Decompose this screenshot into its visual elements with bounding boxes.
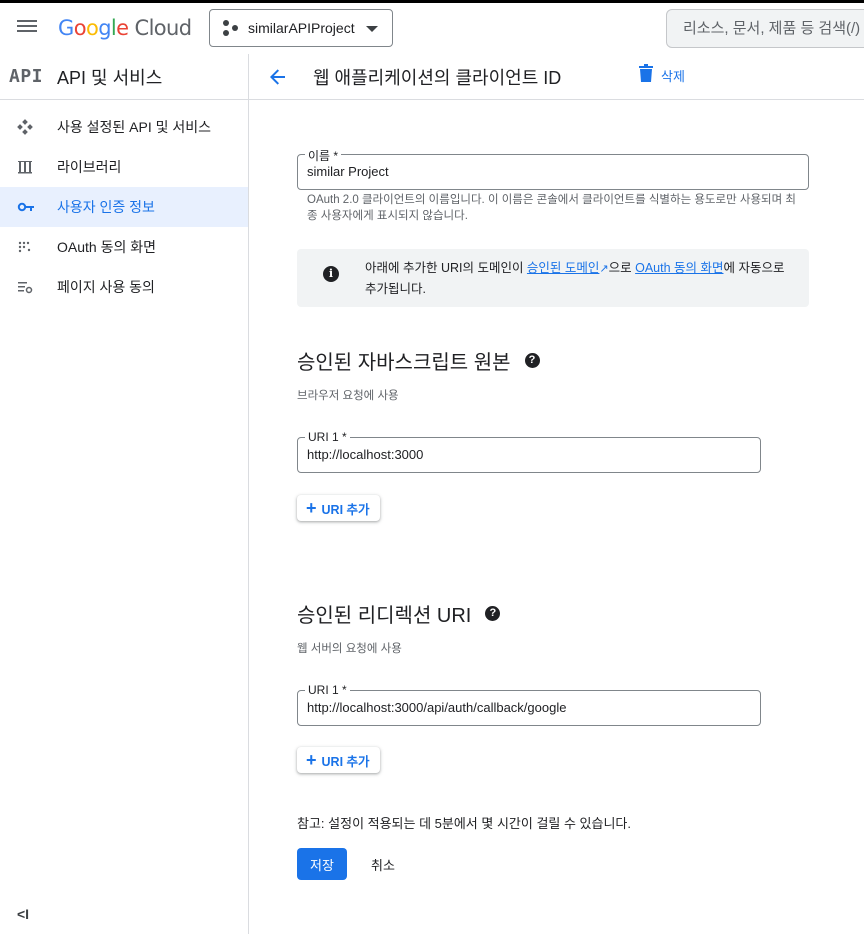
sidebar-item-label: 사용 설정된 API 및 서비스 — [57, 119, 212, 135]
key-icon — [17, 199, 43, 215]
sidebar-item-label: OAuth 동의 화면 — [57, 239, 156, 255]
logo-letter: o — [73, 16, 87, 40]
add-js-origin-uri-button[interactable]: + URI 추가 — [297, 495, 380, 521]
sidebar: API API 및 서비스 사용 설정된 API 및 서비스 라이브러리 사용자… — [0, 54, 249, 934]
logo-cloud-text: Cloud — [134, 16, 193, 40]
add-redirect-uri-button[interactable]: + URI 추가 — [297, 747, 380, 773]
redirect-uris-title: 승인된 리디렉션 URI — [297, 605, 472, 627]
sidebar-item-enabled-apis[interactable]: 사용 설정된 API 및 서비스 — [0, 107, 248, 147]
js-origins-heading: 승인된 자바스크립트 원본 ? — [297, 346, 540, 375]
oauth-consent-link[interactable]: OAuth 동의 화면 — [635, 261, 723, 275]
plus-icon: + — [306, 750, 317, 770]
api-logo-icon: API — [9, 66, 44, 87]
uri-field-label: URI 1 * — [305, 683, 350, 697]
info-icon: i — [323, 266, 339, 282]
help-icon[interactable]: ? — [485, 606, 501, 621]
logo-letter: e — [116, 16, 129, 40]
sidebar-item-label: 사용자 인증 정보 — [57, 199, 155, 215]
project-name: similarAPIProject — [248, 20, 355, 36]
library-icon — [17, 159, 43, 175]
project-selector[interactable]: similarAPIProject — [209, 9, 393, 47]
sidebar-item-credentials[interactable]: 사용자 인증 정보 — [0, 187, 248, 227]
trash-icon — [639, 64, 653, 87]
name-field-label: 이름 * — [305, 147, 342, 164]
info-banner: i 아래에 추가한 URI의 도메인이 승인된 도메인↗으로 OAuth 동의 … — [297, 249, 809, 307]
hamburger-menu-icon[interactable] — [16, 17, 38, 39]
info-text-part: 아래에 추가한 URI의 도메인이 — [365, 261, 527, 275]
help-icon[interactable]: ? — [524, 353, 540, 368]
logo-letter: G — [58, 16, 74, 40]
collapse-sidebar-icon[interactable]: <I — [17, 906, 29, 922]
delete-button[interactable]: 삭제 — [639, 64, 685, 87]
js-origin-uri-input[interactable] — [307, 447, 723, 462]
page-title: 웹 애플리케이션의 클라이언트 ID — [313, 68, 562, 88]
sidebar-item-oauth-consent[interactable]: OAuth 동의 화면 — [0, 227, 248, 267]
main-content: 이름 * OAuth 2.0 클라이언트의 이름입니다. 이 이름은 콘솔에서 … — [249, 100, 864, 934]
name-hint: OAuth 2.0 클라이언트의 이름입니다. 이 이름은 콘솔에서 클라이언트… — [307, 194, 796, 222]
page-header: 웹 애플리케이션의 클라이언트 ID 삭제 — [249, 54, 864, 100]
uri-field-label: URI 1 * — [305, 430, 350, 444]
js-origin-uri-field[interactable]: URI 1 * — [297, 430, 761, 473]
google-cloud-logo[interactable]: Google Cloud — [58, 16, 192, 40]
sidebar-item-library[interactable]: 라이브러리 — [0, 147, 248, 187]
sidebar-header: API API 및 서비스 — [0, 54, 248, 100]
settings-list-icon — [17, 279, 43, 295]
add-uri-label: URI 추가 — [321, 502, 370, 517]
js-origins-title: 승인된 자바스크립트 원본 — [297, 352, 511, 374]
project-hub-icon — [222, 19, 240, 37]
info-text: 아래에 추가한 URI의 도메인이 승인된 도메인↗으로 OAuth 동의 화면… — [365, 258, 795, 299]
search-input[interactable] — [683, 20, 864, 37]
sidebar-item-label: 라이브러리 — [57, 159, 122, 175]
redirect-uri-field[interactable]: URI 1 * — [297, 683, 761, 726]
sidebar-item-label: 페이지 사용 동의 — [57, 279, 155, 295]
redirect-uris-subtitle: 웹 서버의 요청에 사용 — [297, 643, 402, 655]
consent-icon — [17, 239, 43, 255]
cancel-button[interactable]: 취소 — [361, 848, 405, 880]
plus-icon: + — [306, 498, 317, 518]
sidebar-title: API 및 서비스 — [57, 67, 163, 88]
back-arrow-icon[interactable] — [267, 66, 289, 88]
add-uri-label: URI 추가 — [321, 754, 370, 769]
info-text-part: 으로 — [608, 261, 636, 275]
redirect-uris-heading: 승인된 리디렉션 URI ? — [297, 599, 501, 628]
authorized-domains-link[interactable]: 승인된 도메인 — [527, 261, 599, 275]
settings-note: 참고: 설정이 적용되는 데 5분에서 몇 시간이 걸릴 수 있습니다. — [297, 816, 632, 831]
js-origins-subtitle: 브라우저 요청에 사용 — [297, 390, 399, 402]
sidebar-item-page-usage-agreement[interactable]: 페이지 사용 동의 — [0, 267, 248, 307]
name-field[interactable]: 이름 * — [297, 147, 809, 190]
redirect-uri-input[interactable] — [307, 700, 723, 715]
logo-letter: o — [85, 16, 99, 40]
dropdown-caret-icon — [366, 26, 378, 32]
save-button[interactable]: 저장 — [297, 848, 347, 880]
top-bar: Google Cloud similarAPIProject — [0, 0, 864, 54]
logo-letter: g — [98, 16, 111, 40]
name-input[interactable] — [307, 164, 766, 179]
google-logo-wordmark: Google — [58, 16, 129, 40]
delete-label: 삭제 — [661, 69, 685, 84]
search-box[interactable] — [666, 9, 864, 48]
api-hub-icon — [17, 119, 43, 135]
external-link-icon: ↗ — [599, 263, 609, 275]
